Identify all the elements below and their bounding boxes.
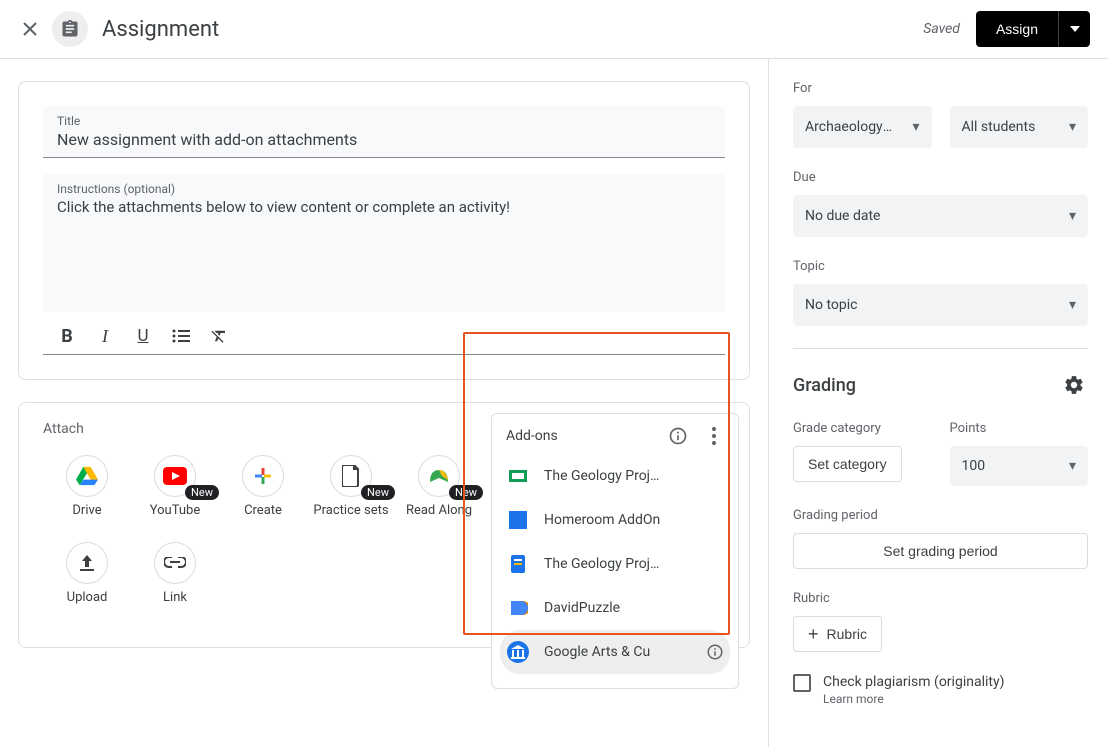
attach-practice-sets[interactable]: New Practice sets bbox=[307, 455, 395, 520]
topic-label: Topic bbox=[793, 259, 1088, 274]
set-category-button[interactable]: Set category bbox=[793, 446, 902, 482]
attach-link[interactable]: Link bbox=[131, 542, 219, 607]
assign-button[interactable]: Assign bbox=[976, 11, 1058, 47]
attach-upload[interactable]: Upload bbox=[43, 542, 131, 607]
instructions-value: Click the attachments below to view cont… bbox=[57, 198, 711, 216]
rubric-button[interactable]: + Rubric bbox=[793, 616, 882, 652]
chevron-down-icon: ▾ bbox=[1069, 458, 1076, 474]
upload-icon bbox=[78, 553, 96, 573]
attach-youtube[interactable]: New YouTube bbox=[131, 455, 219, 520]
addon-item-homeroom[interactable]: Homeroom AddOn bbox=[492, 498, 738, 542]
addon-item-geology-2[interactable]: The Geology Proj… bbox=[492, 542, 738, 586]
instructions-input[interactable]: Instructions (optional) Click the attach… bbox=[43, 174, 725, 312]
read-along-icon bbox=[428, 466, 450, 486]
bullet-list-button[interactable] bbox=[171, 326, 191, 346]
instructions-label: Instructions (optional) bbox=[57, 182, 711, 196]
points-label: Points bbox=[950, 421, 1089, 436]
set-grading-period-button[interactable]: Set grading period bbox=[793, 533, 1088, 569]
title-input[interactable]: Title New assignment with add-on attachm… bbox=[43, 106, 725, 158]
title-label: Title bbox=[57, 114, 711, 128]
addon-icon bbox=[506, 552, 530, 576]
addon-icon bbox=[506, 464, 530, 488]
plagiarism-label: Check plagiarism (originality) bbox=[823, 674, 1004, 690]
addon-icon bbox=[506, 640, 530, 664]
chevron-down-icon: ▾ bbox=[1069, 297, 1076, 313]
assignment-form-card: Title New assignment with add-on attachm… bbox=[18, 81, 750, 380]
addons-panel: Add-ons The Geology Proj… Hom bbox=[491, 413, 739, 689]
assign-dropdown-button[interactable] bbox=[1058, 11, 1090, 47]
grading-period-label: Grading period bbox=[793, 508, 1088, 523]
addon-info-button[interactable] bbox=[706, 643, 724, 661]
learn-more-link[interactable]: Learn more bbox=[823, 692, 1004, 706]
plus-icon: + bbox=[808, 625, 819, 643]
addons-more-button[interactable] bbox=[702, 427, 726, 445]
saved-status: Saved bbox=[923, 21, 960, 37]
addon-icon bbox=[506, 596, 530, 620]
attach-read-along[interactable]: New Read Along bbox=[395, 455, 483, 520]
due-label: Due bbox=[793, 170, 1088, 185]
points-select[interactable]: 100 ▾ bbox=[950, 446, 1089, 486]
addon-item-geology-1[interactable]: The Geology Proj… bbox=[492, 454, 738, 498]
plagiarism-checkbox[interactable] bbox=[793, 674, 811, 692]
topic-select[interactable]: No topic ▾ bbox=[793, 284, 1088, 326]
new-badge: New bbox=[361, 485, 395, 500]
document-icon bbox=[342, 465, 360, 487]
rubric-label: Rubric bbox=[793, 591, 1088, 606]
assignment-icon bbox=[52, 11, 88, 47]
grading-settings-button[interactable] bbox=[1060, 371, 1088, 399]
chevron-down-icon: ▾ bbox=[1069, 208, 1076, 224]
title-value: New assignment with add-on attachments bbox=[57, 130, 711, 149]
due-select[interactable]: No due date ▾ bbox=[793, 195, 1088, 237]
class-select[interactable]: Archaeology … ▾ bbox=[793, 106, 932, 148]
addons-list[interactable]: The Geology Proj… Homeroom AddOn The Geo… bbox=[492, 454, 738, 678]
italic-button[interactable]: I bbox=[95, 326, 115, 346]
attach-create[interactable]: Create bbox=[219, 455, 307, 520]
plus-icon bbox=[253, 466, 273, 486]
addon-item-arts-culture[interactable]: Google Arts & Cu bbox=[500, 630, 730, 674]
grade-category-label: Grade category bbox=[793, 421, 932, 436]
youtube-icon bbox=[163, 467, 187, 485]
for-label: For bbox=[793, 81, 1088, 96]
new-badge: New bbox=[185, 485, 219, 500]
chevron-down-icon: ▾ bbox=[1069, 119, 1076, 135]
addon-item-davidpuzzle[interactable]: DavidPuzzle bbox=[492, 586, 738, 630]
grading-title: Grading bbox=[793, 375, 856, 396]
chevron-down-icon: ▾ bbox=[912, 119, 919, 135]
link-icon bbox=[164, 557, 186, 569]
new-badge: New bbox=[449, 485, 483, 500]
attach-card: Attach Drive New YouTube Create New bbox=[18, 402, 750, 648]
addon-icon bbox=[506, 508, 530, 532]
drive-icon bbox=[76, 466, 98, 486]
students-select[interactable]: All students ▾ bbox=[950, 106, 1089, 148]
attach-drive[interactable]: Drive bbox=[43, 455, 131, 520]
settings-sidebar: For Archaeology … ▾ All students ▾ Due N… bbox=[768, 59, 1108, 747]
underline-button[interactable]: U bbox=[133, 326, 153, 346]
addons-info-button[interactable] bbox=[666, 426, 690, 446]
page-title: Assignment bbox=[102, 17, 219, 42]
close-button[interactable] bbox=[18, 17, 42, 41]
bold-button[interactable]: B bbox=[57, 326, 77, 346]
addons-title: Add-ons bbox=[506, 428, 666, 444]
format-toolbar: B I U bbox=[43, 312, 725, 355]
clear-format-button[interactable] bbox=[209, 326, 229, 346]
